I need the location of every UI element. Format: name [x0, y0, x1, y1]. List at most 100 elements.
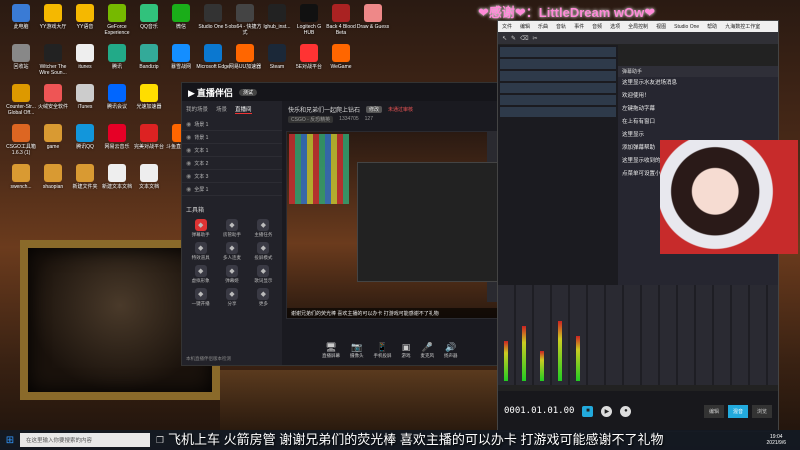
source-button[interactable]: 🔊 扬声器 — [444, 342, 458, 359]
studio-menu-item[interactable]: 编辑 — [520, 23, 530, 30]
tool-button[interactable]: ◆ 弹幕助手 — [186, 219, 215, 238]
tab-my-scenes[interactable]: 我的场景 — [186, 105, 208, 114]
tool-button[interactable]: ◆ 主播任务 — [249, 219, 278, 238]
studio-menu-item[interactable]: 九海数控工作室 — [725, 23, 760, 30]
desktop-icon[interactable]: CSGO工具箱 1.6.3 (1) — [4, 124, 38, 156]
tool-button[interactable]: ◆ 一键开播 — [186, 288, 215, 307]
pointer-icon[interactable]: ↖ — [502, 35, 507, 42]
source-button[interactable]: 🎤 麦克风 — [421, 342, 435, 359]
desktop-icon[interactable]: QQ音乐 — [132, 4, 166, 30]
desktop-icon[interactable]: 回收站 — [4, 44, 38, 70]
scene-row[interactable]: ◉ 背景 1 — [182, 131, 282, 144]
track[interactable] — [500, 83, 616, 93]
category-chip[interactable]: CSGO - 反恐精英 — [288, 116, 334, 123]
desktop-icon[interactable]: 网易云音乐 — [100, 124, 134, 150]
desktop-icon[interactable]: WeGame — [324, 44, 358, 70]
desktop-icon[interactable]: YY游戏大厅 — [36, 4, 70, 30]
studio-menu-item[interactable]: 全局控制 — [628, 23, 648, 30]
desktop-icon[interactable]: GeForce Experience — [100, 4, 134, 36]
studio-menu-item[interactable]: 乐曲 — [538, 23, 548, 30]
desktop-icon[interactable]: 新建文本文档 — [100, 164, 134, 190]
desktop-icon[interactable]: 火绒安全软件 — [36, 84, 70, 110]
tool-button[interactable]: ◆ 虚拟形象 — [186, 265, 215, 284]
edit-title-button[interactable]: 修改 — [366, 106, 383, 113]
eye-icon[interactable]: ◉ — [186, 134, 191, 141]
tab-scenes[interactable]: 场景 — [216, 105, 227, 114]
tab-live-room[interactable]: 直播间 — [235, 105, 252, 114]
desktop-icon[interactable]: 暴雪战网 — [164, 44, 198, 70]
desktop-icon[interactable]: Studio One 5 — [196, 4, 230, 30]
scene-row[interactable]: ◉ 场景 1 — [182, 118, 282, 131]
desktop-icon[interactable]: 新建文件夹 — [68, 164, 102, 190]
scissors-icon[interactable]: ✂ — [533, 35, 538, 42]
track[interactable] — [500, 107, 616, 117]
desktop-icon[interactable]: Steam — [260, 44, 294, 70]
desktop-icon[interactable]: shaopian — [36, 164, 70, 190]
desktop-icon[interactable]: Logitech G HUB — [292, 4, 326, 36]
tool-button[interactable]: ◆ 特效道具 — [186, 242, 215, 261]
desktop-icon[interactable]: 完美对战平台 — [132, 124, 166, 150]
tool-button[interactable]: ◆ 房管助手 — [217, 219, 246, 238]
desktop-icon[interactable]: YY语音 — [68, 4, 102, 30]
desktop-icon[interactable]: 此电脑 — [4, 4, 38, 30]
studio-menu-item[interactable]: 音频 — [592, 23, 602, 30]
tool-button[interactable]: ◆ 弹幕姬 — [217, 265, 246, 284]
studio-menu-item[interactable]: 音轨 — [556, 23, 566, 30]
desktop-icon[interactable]: iTunes — [68, 84, 102, 110]
tool-button[interactable]: ◆ 更多 — [249, 288, 278, 307]
desktop-icon[interactable]: 网易UU加速器 — [228, 44, 262, 70]
track[interactable] — [500, 59, 616, 69]
pencil-icon[interactable]: ✎ — [511, 35, 516, 42]
source-button[interactable]: 📷 摄像头 — [350, 342, 364, 359]
studio-menu-item[interactable]: 视图 — [656, 23, 666, 30]
desktop-icon[interactable]: 腾讯会议 — [100, 84, 134, 110]
track[interactable] — [500, 95, 616, 105]
record-icon[interactable]: ● — [620, 405, 632, 417]
eraser-icon[interactable]: ⌫ — [520, 35, 528, 42]
eye-icon[interactable]: ◉ — [186, 147, 191, 154]
tool-button[interactable]: ◆ 歌词显示 — [249, 265, 278, 284]
track[interactable] — [500, 71, 616, 81]
source-button[interactable]: 🖥 直播屏幕 — [322, 342, 340, 359]
desktop-icon[interactable]: Back 4 Blood Beta — [324, 4, 358, 36]
studio-menu-item[interactable]: 帮助 — [707, 23, 717, 30]
tool-button[interactable]: ◆ 分享 — [217, 288, 246, 307]
scene-row[interactable]: ◉ 文本 2 — [182, 157, 282, 170]
tool-button[interactable]: ◆ 多人连麦 — [217, 242, 246, 261]
desktop-icon[interactable]: 腾讯QQ — [68, 124, 102, 150]
play-icon[interactable]: ▶ — [601, 405, 613, 417]
track[interactable] — [500, 47, 616, 57]
studio-menu-item[interactable]: Studio One — [674, 24, 699, 30]
source-button[interactable]: ▣ 游戏 — [402, 342, 411, 359]
desktop-icon[interactable]: Witcher The Wire Soun... — [36, 44, 70, 76]
tab-mix[interactable]: 混音 — [727, 404, 748, 418]
taskbar-clock[interactable]: 19:04 2021/9/6 — [767, 434, 800, 446]
eye-icon[interactable]: ◉ — [186, 160, 191, 167]
windows-start-icon[interactable]: ⊞ — [0, 435, 20, 446]
scene-row[interactable]: ◉ 全屏 1 — [182, 183, 282, 196]
task-view-icon[interactable]: ❐ — [150, 435, 170, 446]
desktop-icon[interactable]: Draw & Guess — [356, 4, 390, 30]
desktop-icon[interactable]: itunes — [68, 44, 102, 70]
studio-menu-item[interactable]: 事件 — [574, 23, 584, 30]
desktop-icon[interactable]: swench... — [4, 164, 38, 190]
studio-menu-item[interactable]: 文件 — [502, 23, 512, 30]
desktop-icon[interactable]: lghub_inst... — [260, 4, 294, 30]
desktop-icon[interactable]: 文本文档 — [132, 164, 166, 190]
tab-edit[interactable]: 编辑 — [703, 404, 724, 418]
desktop-icon[interactable]: obs64 - 快捷方式 — [228, 4, 262, 36]
source-button[interactable]: 📱 手机投屏 — [374, 342, 392, 359]
eye-icon[interactable]: ◉ — [186, 186, 191, 193]
desktop-icon[interactable]: game — [36, 124, 70, 150]
desktop-icon[interactable]: Microsoft Edge — [196, 44, 230, 70]
desktop-icon[interactable]: 光速加速器 — [132, 84, 166, 110]
taskbar-search[interactable]: 在这里输入你要搜索的内容 — [20, 433, 150, 447]
stop-icon[interactable]: ■ — [582, 405, 594, 417]
eye-icon[interactable]: ◉ — [186, 121, 191, 128]
eye-icon[interactable]: ◉ — [186, 173, 191, 180]
scene-row[interactable]: ◉ 文本 1 — [182, 144, 282, 157]
desktop-icon[interactable]: Bandizip — [132, 44, 166, 70]
desktop-icon[interactable]: 腾讯 — [100, 44, 134, 70]
scene-row[interactable]: ◉ 文本 3 — [182, 170, 282, 183]
desktop-icon[interactable]: 微信 — [164, 4, 198, 30]
